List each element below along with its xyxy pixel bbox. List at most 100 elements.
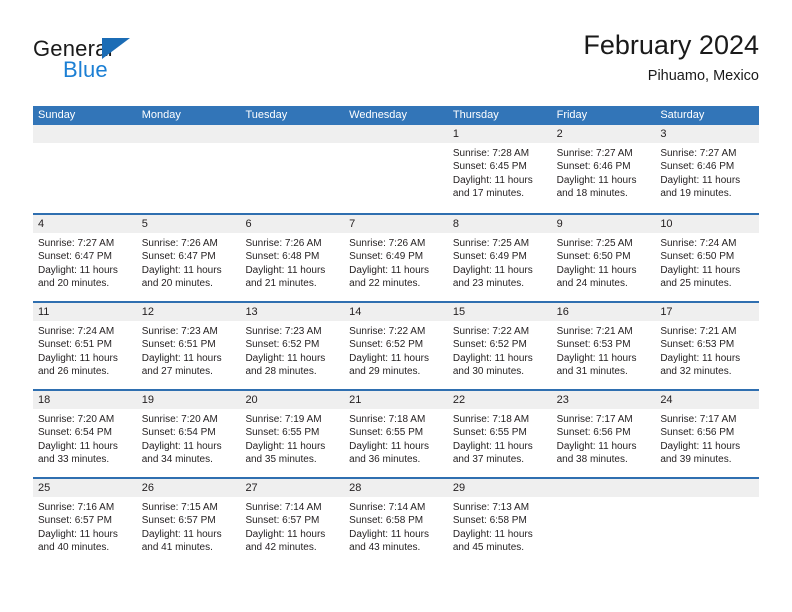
daylight-text-line2: and 36 minutes. (349, 454, 421, 466)
sunset-text: Sunset: 6:54 PM (141, 427, 216, 439)
day-number: 18 (33, 391, 137, 409)
day-cell-2[interactable]: 2 Sunrise: 7:27 AM Sunset: 6:46 PM Daylight… (551, 125, 656, 213)
day-number: 12 (136, 303, 241, 321)
day-cell-3[interactable]: 3 Sunrise: 7:27 AM Sunset: 6:46 PM Daylight… (655, 125, 760, 213)
day-details: Sunrise: 7:26 AM Sunset: 6:47 PM Daylight:… (137, 233, 241, 291)
day-cell-12[interactable]: 12 Sunrise: 7:23 AM Sunset: 6:51 PM Dayligh… (136, 303, 241, 389)
day-number: 3 (655, 125, 760, 143)
sunrise-text: Sunrise: 7:18 AM (452, 414, 530, 425)
day-cell-24[interactable]: 24 Sunrise: 7:17 AM Sunset: 6:56 PM Dayligh… (655, 391, 760, 477)
day-cell-22[interactable]: 22 Sunrise: 7:18 AM Sunset: 6:55 PM Dayligh… (447, 391, 552, 477)
day-cell-28[interactable]: 28 Sunrise: 7:14 AM Sunset: 6:58 PM Dayligh… (344, 479, 448, 565)
sunset-text: Sunset: 6:49 PM (349, 251, 424, 263)
day-number: 25 (33, 479, 137, 497)
sunset-text: Sunset: 6:57 PM (38, 515, 112, 527)
weekday-header-wednesday: Wednesday (349, 109, 408, 121)
day-number: 15 (447, 303, 552, 321)
sunrise-text: Sunrise: 7:22 AM (349, 326, 426, 337)
day-details: Sunrise: 7:24 AM Sunset: 6:50 PM Daylight:… (655, 233, 759, 291)
day-number (240, 125, 345, 143)
daylight-text-line2: and 38 minutes. (556, 454, 628, 466)
daylight-text-line1: Daylight: 11 hours (38, 528, 118, 540)
sunrise-text: Sunrise: 7:26 AM (141, 238, 218, 249)
day-cell-6[interactable]: 6 Sunrise: 7:26 AM Sunset: 6:48 PM Daylight… (240, 215, 345, 301)
day-cell-17[interactable]: 17 Sunrise: 7:21 AM Sunset: 6:53 PM Dayligh… (655, 303, 760, 389)
daylight-text-line1: Daylight: 11 hours (660, 264, 741, 276)
sunrise-text: Sunrise: 7:15 AM (141, 502, 218, 513)
daylight-text-line1: Daylight: 11 hours (556, 440, 637, 452)
daylight-text-line1: Daylight: 11 hours (141, 264, 222, 276)
daylight-text-line2: and 19 minutes. (660, 188, 732, 200)
day-cell-8[interactable]: 8 Sunrise: 7:25 AM Sunset: 6:49 PM Daylight… (447, 215, 552, 301)
day-cell-21[interactable]: 21 Sunrise: 7:18 AM Sunset: 6:55 PM Dayligh… (344, 391, 448, 477)
sunrise-text: Sunrise: 7:27 AM (38, 238, 115, 249)
sunrise-text: Sunrise: 7:23 AM (245, 326, 322, 337)
daylight-text-line1: Daylight: 11 hours (38, 264, 118, 276)
day-details: Sunrise: 7:13 AM Sunset: 6:58 PM Daylight:… (448, 497, 552, 555)
day-details: Sunrise: 7:27 AM Sunset: 6:47 PM Daylight:… (33, 233, 137, 291)
daylight-text-line1: Daylight: 11 hours (38, 352, 118, 364)
day-cell-14[interactable]: 14 Sunrise: 7:22 AM Sunset: 6:52 PM Dayligh… (344, 303, 448, 389)
day-number (551, 479, 656, 497)
daylight-text-line2: and 42 minutes. (245, 542, 317, 554)
sunset-text: Sunset: 6:46 PM (660, 161, 735, 173)
day-number (655, 479, 760, 497)
day-cell-7[interactable]: 7 Sunrise: 7:26 AM Sunset: 6:49 PM Daylight… (344, 215, 448, 301)
day-cell-23[interactable]: 23 Sunrise: 7:17 AM Sunset: 6:56 PM Dayligh… (551, 391, 656, 477)
day-cell-16[interactable]: 16 Sunrise: 7:21 AM Sunset: 6:53 PM Dayligh… (551, 303, 656, 389)
weekday-header-saturday: Saturday (660, 109, 705, 121)
day-cell-27[interactable]: 27 Sunrise: 7:14 AM Sunset: 6:57 PM Dayligh… (240, 479, 345, 565)
day-cell-19[interactable]: 19 Sunrise: 7:20 AM Sunset: 6:54 PM Dayligh… (136, 391, 241, 477)
day-cell-20[interactable]: 20 Sunrise: 7:19 AM Sunset: 6:55 PM Dayligh… (240, 391, 345, 477)
daylight-text-line1: Daylight: 11 hours (556, 174, 637, 186)
daylight-text-line1: Daylight: 11 hours (452, 440, 533, 452)
weekday-header-sunday: Sunday (38, 109, 76, 121)
daylight-text-line1: Daylight: 11 hours (660, 174, 741, 186)
daylight-text-line1: Daylight: 11 hours (349, 528, 430, 540)
daylight-text-line2: and 37 minutes. (452, 454, 525, 466)
daylight-text-line1: Daylight: 11 hours (349, 440, 430, 452)
day-cell-25[interactable]: 25 Sunrise: 7:16 AM Sunset: 6:57 PM Dayligh… (33, 479, 137, 565)
sunrise-text: Sunrise: 7:20 AM (38, 414, 115, 425)
day-details: Sunrise: 7:20 AM Sunset: 6:54 PM Daylight:… (33, 409, 137, 467)
day-number: 4 (33, 215, 137, 233)
day-number: 27 (240, 479, 345, 497)
day-cell-10[interactable]: 10 Sunrise: 7:24 AM Sunset: 6:50 PM Dayligh… (655, 215, 760, 301)
day-details: Sunrise: 7:21 AM Sunset: 6:53 PM Daylight:… (552, 321, 656, 379)
daylight-text-line2: and 45 minutes. (452, 542, 525, 554)
page-subtitle: Pihuamo, Mexico (647, 68, 759, 84)
day-cell-empty (655, 479, 760, 565)
weekday-header-row: Sunday Monday Tuesday Wednesday Thursday Frid… (33, 106, 759, 125)
sunrise-text: Sunrise: 7:24 AM (660, 238, 737, 249)
day-cell-1[interactable]: 1 Sunrise: 7:28 AM Sunset: 6:45 PM Daylight… (447, 125, 552, 213)
day-cell-18[interactable]: 18 Sunrise: 7:20 AM Sunset: 6:54 PM Dayligh… (33, 391, 137, 477)
daylight-text-line2: and 18 minutes. (556, 188, 628, 200)
daylight-text-line2: and 20 minutes. (141, 278, 213, 290)
page-header: General Blue February 2024 Pihuamo, Mexi… (33, 28, 759, 96)
day-details: Sunrise: 7:27 AM Sunset: 6:46 PM Daylight:… (655, 143, 759, 201)
day-cell-empty (344, 125, 448, 213)
daylight-text-line2: and 21 minutes. (245, 278, 317, 290)
daylight-text-line2: and 23 minutes. (452, 278, 525, 290)
day-details: Sunrise: 7:26 AM Sunset: 6:49 PM Daylight:… (344, 233, 448, 291)
daylight-text-line2: and 32 minutes. (660, 366, 732, 378)
day-cell-29[interactable]: 29 Sunrise: 7:13 AM Sunset: 6:58 PM Dayligh… (447, 479, 552, 565)
day-cell-4[interactable]: 4 Sunrise: 7:27 AM Sunset: 6:47 PM Daylight… (33, 215, 137, 301)
day-cell-5[interactable]: 5 Sunrise: 7:26 AM Sunset: 6:47 PM Daylight… (136, 215, 241, 301)
day-cell-11[interactable]: 11 Sunrise: 7:24 AM Sunset: 6:51 PM Dayligh… (33, 303, 137, 389)
daylight-text-line1: Daylight: 11 hours (452, 528, 533, 540)
day-cell-13[interactable]: 13 Sunrise: 7:23 AM Sunset: 6:52 PM Dayligh… (240, 303, 345, 389)
sunrise-text: Sunrise: 7:17 AM (660, 414, 737, 425)
day-details: Sunrise: 7:14 AM Sunset: 6:58 PM Daylight:… (344, 497, 448, 555)
calendar-grid: Sunday Monday Tuesday Wednesday Thursday Frid… (33, 106, 760, 565)
day-number: 14 (344, 303, 448, 321)
day-cell-26[interactable]: 26 Sunrise: 7:15 AM Sunset: 6:57 PM Dayligh… (136, 479, 241, 565)
daylight-text-line2: and 43 minutes. (349, 542, 421, 554)
sunrise-text: Sunrise: 7:26 AM (245, 238, 322, 249)
day-cell-15[interactable]: 15 Sunrise: 7:22 AM Sunset: 6:52 PM Dayligh… (447, 303, 552, 389)
sunrise-text: Sunrise: 7:20 AM (141, 414, 218, 425)
day-number: 17 (655, 303, 760, 321)
daylight-text-line2: and 33 minutes. (38, 454, 110, 466)
general-blue-logo[interactable]: General Blue (33, 36, 213, 92)
day-cell-9[interactable]: 9 Sunrise: 7:25 AM Sunset: 6:50 PM Daylight… (551, 215, 656, 301)
